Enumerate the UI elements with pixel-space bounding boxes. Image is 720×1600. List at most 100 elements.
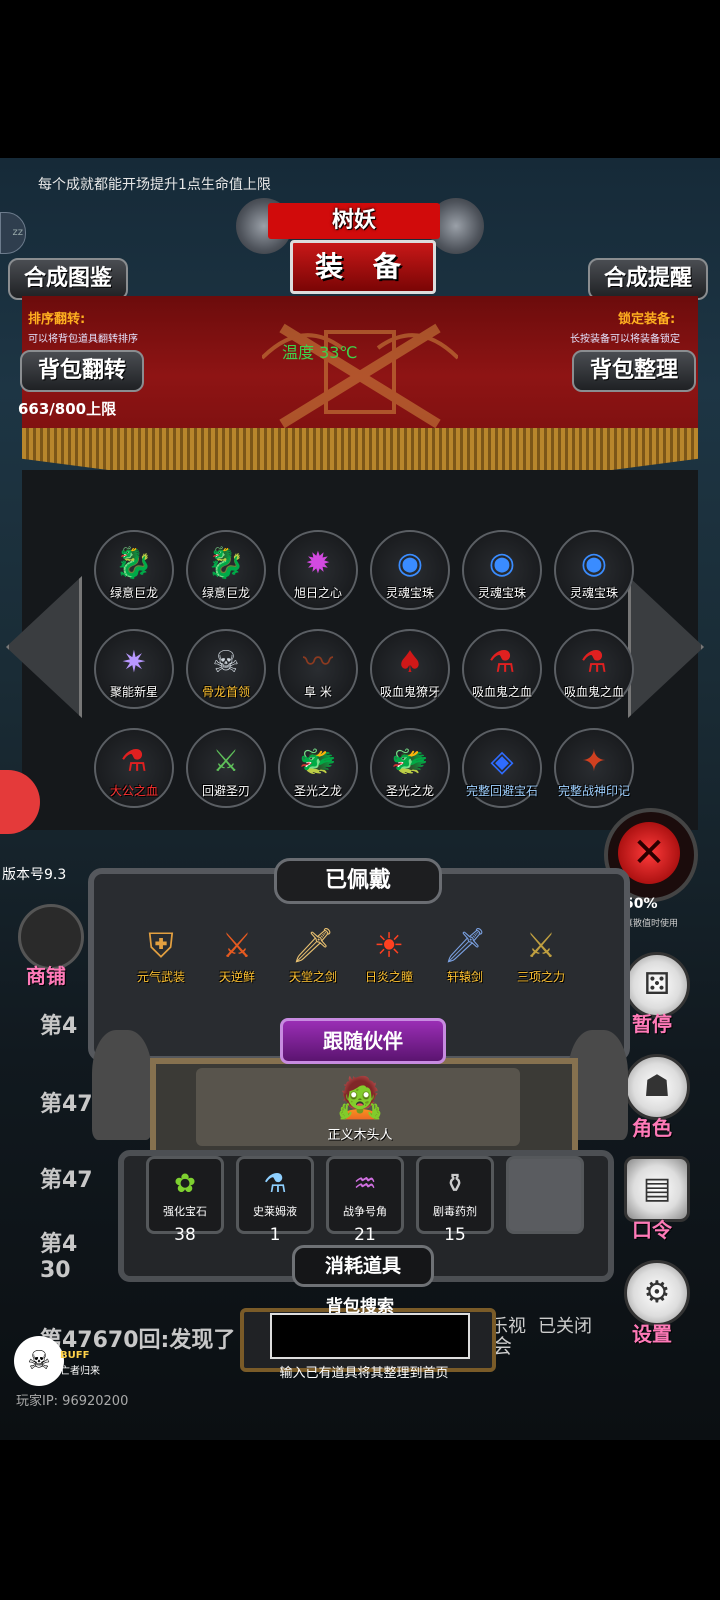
log-line: 第47	[40, 1092, 93, 1117]
inventory-slot[interactable]: 🐲 圣光之龙	[370, 728, 450, 808]
buff-label: BUFF	[60, 1350, 90, 1361]
companion-tag: 跟随伙伴	[280, 1018, 446, 1064]
role-label[interactable]: 角色	[632, 1112, 672, 1141]
inventory-slot[interactable]: ◉ 灵魂宝珠	[554, 530, 634, 610]
consumable-count: 21	[354, 1225, 376, 1245]
equipped-item-label: 轩辕剑	[446, 970, 483, 984]
wooden-man-icon[interactable]: 🧟	[318, 1068, 402, 1128]
inventory-slot[interactable]: ⚗ 吸血鬼之血	[554, 629, 634, 709]
gear-icon[interactable]: ⚙	[624, 1260, 690, 1326]
skull-buff-icon[interactable]: ☠	[14, 1336, 64, 1386]
inventory-slot[interactable]: 〰阜 米	[278, 629, 358, 709]
inventory-slot[interactable]: ⚗ 大公之血	[94, 728, 174, 808]
inventory-slot[interactable]: ⚔ 回避圣刃	[186, 728, 266, 808]
top-tip-text: 每个成就都能开场提升1点生命值上限	[38, 177, 271, 193]
sort-flip-heading: 排序翻转:	[28, 312, 86, 327]
equipped-item[interactable]: ⚔ 三项之力	[506, 918, 576, 990]
inventory-item-label: 旭日之心	[293, 586, 342, 600]
companion-label: 正义木头人	[327, 1128, 393, 1143]
inventory-item-label: 大公之血	[109, 784, 158, 798]
consumable-slot[interactable]: ✿ 强化宝石 38	[146, 1156, 224, 1245]
inventory-slot[interactable]: ✹ 旭日之心	[278, 530, 358, 610]
armor-icon: ⛨	[148, 926, 174, 966]
lock-equip-desc: 长按装备可以将装备锁定	[570, 334, 680, 345]
inventory-item-label: 吸血鬼之血	[471, 685, 532, 699]
inventory-item-label: 灵魂宝珠	[477, 586, 526, 600]
stat-note: 真散值时使用	[624, 919, 679, 929]
role-hood-icon[interactable]: ☗	[624, 1054, 690, 1120]
consumable-slot[interactable]: ⚱ 剧毒药剂 15	[416, 1156, 494, 1245]
closed-label: 已关闭	[538, 1316, 592, 1337]
equipped-item[interactable]: 🗡 天堂之剑	[278, 918, 348, 990]
crossed-swords-crest-icon	[262, 323, 458, 429]
consumables-title: 消耗道具	[292, 1245, 434, 1287]
code-book-icon[interactable]: ▤	[624, 1156, 690, 1222]
consumable-label: 强化宝石	[163, 1205, 207, 1218]
left-gargoyle-icon	[92, 1030, 152, 1140]
shop-label[interactable]: 商铺	[26, 960, 66, 989]
pause-label[interactable]: 暂停	[632, 1008, 672, 1037]
inventory-slot[interactable]: ⚗ 吸血鬼之血	[462, 629, 542, 709]
equipment-title: 装 备	[290, 240, 436, 294]
inventory-slot[interactable]: 🐲 圣光之龙	[278, 728, 358, 808]
equipped-item[interactable]: ⚔ 天逆鲜	[202, 918, 272, 990]
equipped-item[interactable]: ⛨ 元气武装	[126, 918, 196, 990]
bag-flip-button[interactable]: 背包翻转	[20, 350, 144, 392]
inventory-item-label: 阜 米	[304, 685, 332, 699]
temperature-readout: 温度 33℃	[282, 343, 358, 362]
inventory-slot[interactable]: ✦ 完整战神印记	[554, 728, 634, 808]
consumable-slot[interactable]: ♒ 战争号角 21	[326, 1156, 404, 1245]
equipped-item[interactable]: ☀ 日炎之瞳	[354, 918, 424, 990]
enhance-gem-icon: ✿	[174, 1169, 196, 1199]
bag-sort-button[interactable]: 背包整理	[572, 350, 696, 392]
player-ip: 玩家IP: 96920200	[16, 1394, 129, 1409]
war-horn-icon: ♒	[353, 1169, 377, 1199]
orb-sword-icon: ⚔	[221, 926, 253, 966]
inventory-item-label: 圣光之龙	[385, 784, 434, 798]
inventory-slot[interactable]: ♠ 吸血鬼獠牙	[370, 629, 450, 709]
lock-equip-heading: 锁定装备:	[618, 312, 676, 327]
inventory-item-label: 绿意巨龙	[201, 586, 250, 600]
log-line: 第4	[40, 1014, 78, 1039]
log-line: 第4	[40, 1232, 78, 1257]
inventory-item-label: 完整回避宝石	[465, 784, 538, 798]
equipped-item-label: 天逆鲜	[218, 970, 255, 984]
consumable-label: 史莱姆液	[253, 1205, 297, 1218]
inventory-slot[interactable]: 🐉 绿意巨龙	[186, 530, 266, 610]
empty-consumable-slot[interactable]	[506, 1156, 584, 1234]
boss-name-banner: 树妖	[268, 203, 440, 239]
consumable-label: 战争号角	[343, 1205, 387, 1218]
compose-guide-button[interactable]: 合成图鉴	[8, 258, 128, 300]
inventory-slot[interactable]: ◈ 完整回避宝石	[462, 728, 542, 808]
buff-sub: 亡者归来	[60, 1366, 100, 1377]
consumable-count: 38	[174, 1225, 196, 1245]
consumable-label: 剧毒药剂	[433, 1205, 477, 1218]
inventory-item-label: 完整战神印记	[557, 784, 630, 798]
triforce-sword-icon: ⚔	[525, 926, 557, 966]
bag-capacity: 663/800上限	[18, 400, 117, 418]
settings-label[interactable]: 设置	[632, 1318, 672, 1347]
compose-remind-button[interactable]: 合成提醒	[588, 258, 708, 300]
consumable-slot[interactable]: ⚗ 史莱姆液 1	[236, 1156, 314, 1245]
inventory-slot[interactable]: 🐉 绿意巨龙	[94, 530, 174, 610]
equipped-item-label: 元气武装	[136, 970, 185, 984]
inventory-item-label: 聚能新星	[109, 685, 158, 699]
poison-flask-icon: ⚱	[444, 1169, 466, 1199]
inventory-slot[interactable]: ☠ 骨龙首领	[186, 629, 266, 709]
inventory-item-label: 灵魂宝珠	[385, 586, 434, 600]
xuanyuan-sword-icon: 🗡	[443, 926, 487, 966]
inventory-item-label: 绿意巨龙	[109, 586, 158, 600]
consumable-count: 1	[269, 1225, 281, 1245]
inventory-slot[interactable]: ◉ 灵魂宝珠	[462, 530, 542, 610]
sort-flip-desc: 可以将背包道具翻转排序	[28, 334, 138, 345]
log-line: 第47	[40, 1168, 93, 1193]
inventory-item-label: 吸血鬼之血	[563, 685, 624, 699]
inventory-slot[interactable]: ◉ 灵魂宝珠	[370, 530, 450, 610]
inventory-slot[interactable]: ✷ 聚能新星	[94, 629, 174, 709]
consumable-count: 15	[444, 1225, 466, 1245]
slime-flask-icon: ⚗	[263, 1169, 287, 1199]
equipped-item[interactable]: 🗡 轩辕剑	[430, 918, 500, 990]
inventory-item-label: 圣光之龙	[293, 784, 342, 798]
bag-search-input[interactable]	[270, 1313, 470, 1359]
code-label[interactable]: 口令	[632, 1214, 672, 1243]
